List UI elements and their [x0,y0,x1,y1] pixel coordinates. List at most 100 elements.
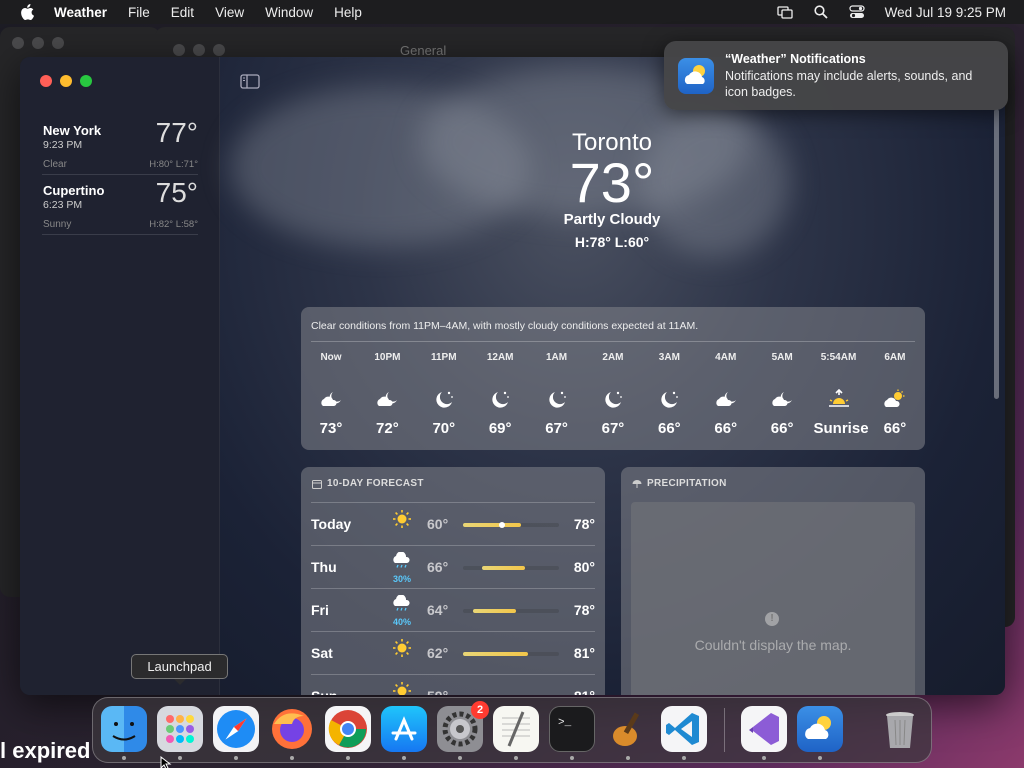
hour-label: 1AM [546,352,568,363]
city-item-cupertino[interactable]: Cupertino 6:23 PM 75° Sunny H:82° L:58° [42,177,198,235]
day-low: 60° [427,516,449,532]
cloud-sun-icon [870,382,920,416]
day-name: Sun [311,688,337,695]
dock-app-store-icon[interactable] [381,706,427,752]
temperature-range-bar [463,566,559,570]
day-high: 81° [573,645,595,661]
menu-window[interactable]: Window [265,5,313,20]
ten-day-forecast-title: 10-DAY FORECAST [312,478,424,489]
dock-vscode-icon[interactable] [661,706,707,752]
hour-temp: Sunrise [813,420,869,437]
hourly-item: 6AM 66° [870,352,920,437]
dock-finder-icon[interactable] [101,706,147,752]
sun-icon [387,509,417,543]
hour-temp: 72° [376,420,399,437]
dock-terminal-icon[interactable]: >_ [549,706,595,752]
dock-safari-icon[interactable] [213,706,259,752]
dock-garageband-icon[interactable] [605,706,651,752]
day-name: Fri [311,602,329,618]
menu-app-name[interactable]: Weather [54,5,107,20]
city-item-new-york[interactable]: New York 9:23 PM 77° Clear H:80° L:71° [42,117,198,175]
moon-stars-icon [644,382,694,416]
city-temp: 75° [155,177,198,208]
menu-edit[interactable]: Edit [171,5,194,20]
hour-label: 6AM [884,352,906,363]
hour-label: Now [320,352,342,363]
launchpad-tooltip: Launchpad [131,654,228,685]
hour-temp: 66° [658,420,681,437]
sunrise-icon [814,382,864,416]
hourly-item: 5AM 66° [757,352,807,437]
dock-launchpad-icon[interactable] [157,706,203,752]
precip-chance: 40% [392,617,411,627]
dock-weather-icon[interactable] [797,706,843,752]
menubar-clock[interactable]: Wed Jul 19 9:25 PM [885,5,1006,20]
sun-icon [387,681,417,695]
dock-running-indicator [626,756,630,760]
dock-chrome-icon[interactable] [325,706,371,752]
scrollbar[interactable] [994,109,999,399]
temperature-range-fill [472,609,516,613]
day-high: 78° [573,602,595,618]
day-low: 64° [427,602,449,618]
hourly-item: 10PM 72° [362,352,412,437]
forecast-day-row[interactable]: Today 60° 78° [311,502,595,545]
dock-running-indicator [346,756,350,760]
ten-day-forecast-card[interactable]: 10-DAY FORECAST Today 60° 78° Thu 30% 66° 80° F… [301,467,605,695]
hour-label: 12AM [486,352,514,363]
dock-system-settings-icon[interactable]: 2 [437,701,489,752]
spotlight-search-icon[interactable] [813,5,829,19]
hour-temp: 69° [488,420,512,437]
menu-file[interactable]: File [128,5,150,20]
forecast-day-row[interactable]: Sat 62° 81° [311,631,595,674]
screen-mirroring-icon[interactable] [777,5,793,19]
cloud-moon-icon [757,382,807,416]
temperature-range-bar [463,609,559,613]
weather-notification[interactable]: “Weather” Notifications Notifications ma… [664,41,1008,110]
hour-label: 11PM [430,352,457,363]
forecast-day-row[interactable]: Sun 59° 81° [311,674,595,695]
apple-menu-icon[interactable] [18,4,36,20]
hourly-item: 1AM 67° [532,352,582,437]
menu-help[interactable]: Help [334,5,362,20]
hourly-list: Now 73° 10PM 72° 11PM 70° 12AM 69° 1AM 67° 2AM 67° 3… [301,352,925,437]
menu-bar: Weather File Edit View Window Help Wed J… [0,0,1024,24]
sidebar-toggle-icon[interactable] [240,74,260,89]
current-temperature: 73° [569,151,655,214]
hourly-item: 11PM 70° [419,352,469,437]
notification-body: Notifications may include alerts, sounds… [725,69,973,99]
minimize-button[interactable] [60,75,72,87]
precipitation-label: PRECIPITATION [647,478,727,489]
city-hilo: H:80° L:71° [149,159,198,170]
dock-running-indicator [818,756,822,760]
hour-temp: 70° [432,420,456,437]
dock-visual-studio-icon[interactable] [741,706,787,752]
day-high: 80° [573,559,595,575]
precipitation-map[interactable]: ! Couldn't display the map. [631,502,915,695]
cloud-moon-icon [701,382,751,416]
dock-firefox-icon[interactable] [269,706,315,752]
control-center-icon[interactable] [849,5,865,19]
dock: 2 >_ [92,697,932,763]
dock-trash-icon[interactable] [877,706,923,752]
city-name: Cupertino [43,183,105,198]
forecast-day-row[interactable]: Thu 30% 66° 80° [311,545,595,588]
menu-view[interactable]: View [215,5,244,20]
background-window-title: General [400,43,447,58]
moon-stars-icon [475,382,525,416]
dock-separator [724,708,725,752]
forecast-day-row[interactable]: Fri 40% 64° 78° [311,588,595,631]
dock-textedit-icon[interactable] [493,706,539,752]
zoom-button[interactable] [80,75,92,87]
desktop-window-text: l expired [0,738,91,763]
close-button[interactable] [40,75,52,87]
precipitation-card[interactable]: PRECIPITATION ! Couldn't display the map… [621,467,925,695]
sun-icon [387,638,417,672]
hour-temp: 67° [601,420,625,437]
dock-running-indicator [570,756,574,760]
current-hilo: H:78° L:60° [574,234,650,250]
umbrella-icon [632,479,642,488]
hourly-item: 5:54AM Sunrise [813,352,869,437]
hourly-forecast-card[interactable]: Clear conditions from 11PM–4AM, with mos… [301,307,925,450]
dock-running-indicator [178,756,182,760]
